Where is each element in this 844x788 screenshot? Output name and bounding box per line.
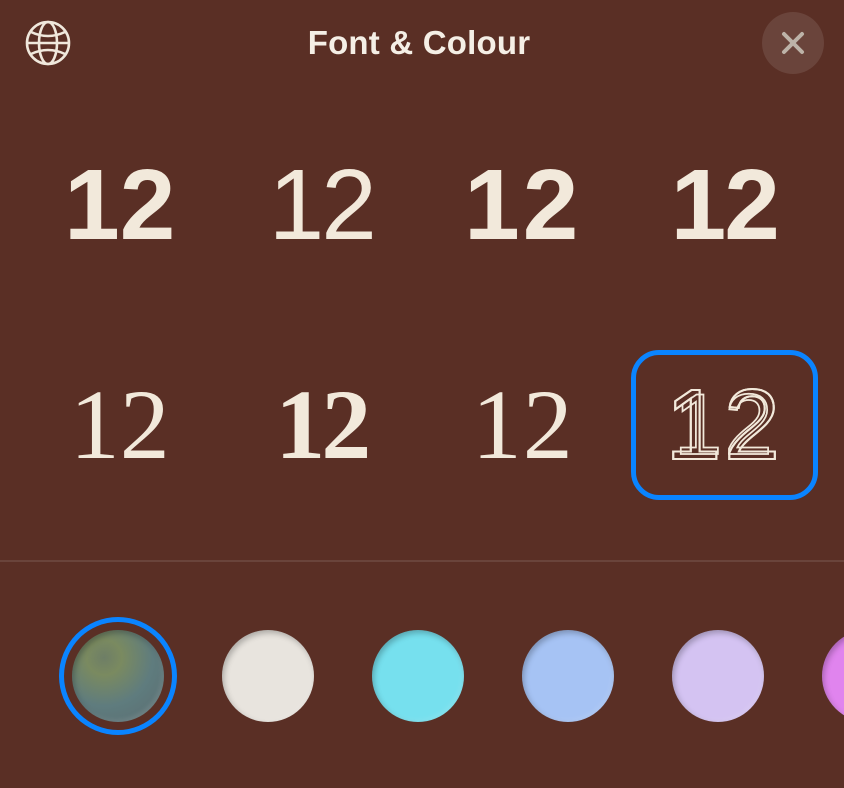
font-sample: 12 — [464, 155, 581, 255]
font-option-4[interactable]: 12 — [631, 130, 819, 280]
font-option-5[interactable]: 12 — [26, 350, 214, 500]
color-swatch — [72, 630, 164, 722]
font-option-3[interactable]: 12 — [429, 130, 617, 280]
color-swatch — [672, 630, 764, 722]
color-option-cyan[interactable] — [364, 622, 472, 730]
font-option-8[interactable]: 12 — [631, 350, 819, 500]
font-sample: 12 — [472, 375, 574, 475]
close-button[interactable] — [762, 12, 824, 74]
font-option-2[interactable]: 12 — [228, 130, 416, 280]
font-option-6[interactable]: 12 — [228, 350, 416, 500]
font-option-7[interactable]: 12 — [429, 350, 617, 500]
font-grid: 12 12 12 12 12 12 12 12 — [0, 80, 844, 560]
header: Font & Colour — [0, 0, 844, 80]
close-icon — [779, 29, 807, 57]
color-swatch — [522, 630, 614, 722]
color-option-lilac[interactable] — [664, 622, 772, 730]
font-sample: 12 — [671, 155, 778, 255]
color-option-magenta[interactable] — [814, 622, 844, 730]
color-swatch — [222, 630, 314, 722]
color-option-dynamic[interactable] — [64, 622, 172, 730]
font-sample: 12 — [70, 375, 170, 475]
color-row — [0, 562, 844, 770]
color-swatch — [822, 630, 844, 722]
color-option-blue[interactable] — [514, 622, 622, 730]
font-option-1[interactable]: 12 — [26, 130, 214, 280]
globe-icon — [23, 18, 73, 68]
font-sample: 12 — [269, 155, 374, 255]
font-sample: 12 — [666, 375, 783, 475]
font-sample: 12 — [275, 375, 367, 475]
panel-title: Font & Colour — [308, 24, 531, 62]
color-swatch — [372, 630, 464, 722]
font-sample: 12 — [64, 155, 175, 255]
language-button[interactable] — [20, 15, 76, 71]
color-option-white[interactable] — [214, 622, 322, 730]
